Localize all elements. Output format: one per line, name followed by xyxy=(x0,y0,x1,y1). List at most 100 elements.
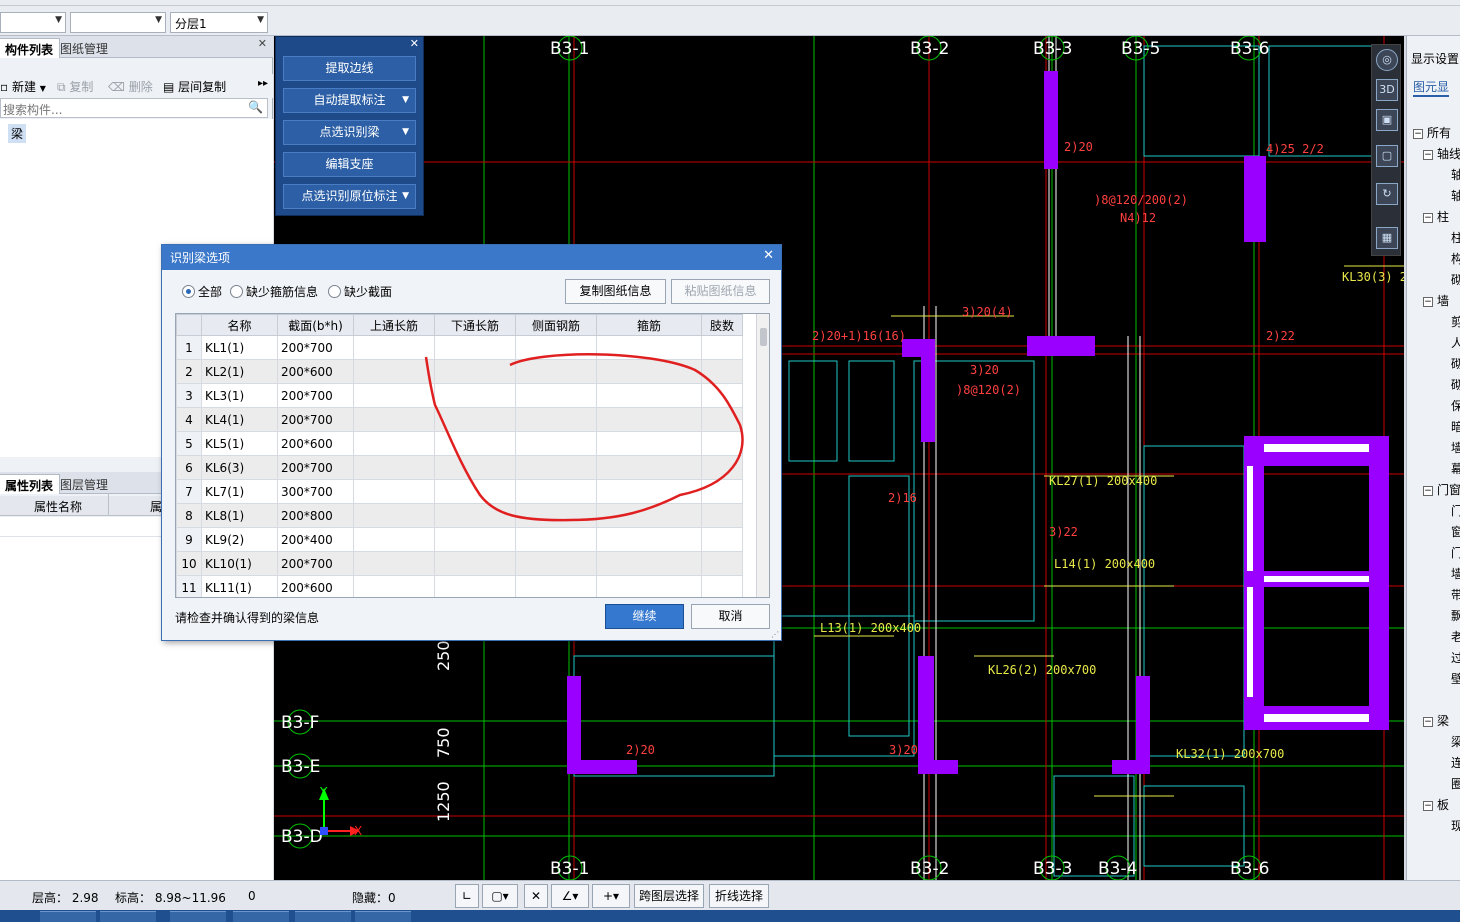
paste-drawing-info-button[interactable]: 粘贴图纸信息 xyxy=(671,279,770,304)
cell-legs[interactable] xyxy=(701,407,743,432)
cell-top-rebar[interactable] xyxy=(353,527,435,552)
angle-icon[interactable]: ∠▾ xyxy=(551,884,589,908)
cell-side-rebar[interactable] xyxy=(515,575,597,597)
floor-copy-button[interactable]: ▤ 层间复制 xyxy=(163,78,226,95)
cell-section[interactable]: 200*700 xyxy=(277,455,354,480)
rp-row[interactable]: − 轴线 xyxy=(1423,145,1460,166)
component-search-input[interactable]: 搜索构件... 🔍 xyxy=(0,98,268,118)
orbit-icon[interactable]: ◎ xyxy=(1376,49,1398,71)
cell-stirrup[interactable] xyxy=(596,503,702,528)
cell-top-rebar[interactable] xyxy=(353,503,435,528)
cell-legs[interactable] xyxy=(701,503,743,528)
cell-stirrup[interactable] xyxy=(596,359,702,384)
rp-row[interactable]: 构 xyxy=(1451,250,1460,271)
dialog-titlebar[interactable]: 识别梁选项 ✕ xyxy=(162,245,781,270)
cell-bottom-rebar[interactable] xyxy=(434,479,516,504)
rp-row[interactable]: 砌 xyxy=(1451,355,1460,376)
rp-row[interactable]: 窗 xyxy=(1451,523,1460,544)
rp-row[interactable]: 保 xyxy=(1451,397,1460,418)
cell-side-rebar[interactable] xyxy=(515,503,597,528)
continue-button[interactable]: 继续 xyxy=(605,604,684,629)
cell-name[interactable]: KL3(1) xyxy=(201,383,278,408)
rp-row[interactable]: 柱 xyxy=(1451,229,1460,250)
top-view-icon[interactable]: ▣ xyxy=(1376,109,1398,131)
col-header-bottom-rebar[interactable]: 下通长筋 xyxy=(434,314,516,336)
cell-bottom-rebar[interactable] xyxy=(434,503,516,528)
cell-stirrup[interactable] xyxy=(596,479,702,504)
cell-legs[interactable] xyxy=(701,551,743,576)
rp-row[interactable]: 带 xyxy=(1451,586,1460,607)
cell-section[interactable]: 200*700 xyxy=(277,551,354,576)
rp-row[interactable]: − 门窗 xyxy=(1423,481,1460,502)
table-row[interactable]: 5 KL5(1) 200*600 xyxy=(176,431,743,456)
cube-view-icon[interactable]: ▢ xyxy=(1376,145,1398,167)
cell-side-rebar[interactable] xyxy=(515,455,597,480)
cell-section[interactable]: 200*800 xyxy=(277,503,354,528)
rp-row[interactable]: 幕 xyxy=(1451,460,1460,481)
cell-legs[interactable] xyxy=(701,455,743,480)
cell-top-rebar[interactable] xyxy=(353,407,435,432)
cell-bottom-rebar[interactable] xyxy=(434,455,516,480)
cell-section[interactable]: 200*600 xyxy=(277,575,354,597)
cell-legs[interactable] xyxy=(701,479,743,504)
cell-section[interactable]: 200*700 xyxy=(277,407,354,432)
cell-legs[interactable] xyxy=(701,527,743,552)
taskbar-item[interactable] xyxy=(40,911,96,922)
pick-recognize-beam-button[interactable]: 点选识别梁 ▼ xyxy=(283,120,416,145)
cell-legs[interactable] xyxy=(701,359,743,384)
tab-layer-management[interactable]: 图层管理 xyxy=(54,474,114,494)
cross-layer-select-button[interactable]: 跨图层选择 xyxy=(634,884,704,908)
cell-section[interactable]: 200*600 xyxy=(277,359,354,384)
rotate-icon[interactable]: ↻ xyxy=(1376,183,1398,205)
extract-edge-button[interactable]: 提取边线 xyxy=(283,56,416,81)
cancel-button[interactable]: 取消 xyxy=(691,604,770,629)
cell-section[interactable]: 300*700 xyxy=(277,479,354,504)
cell-top-rebar[interactable] xyxy=(353,359,435,384)
snap-icon[interactable]: ▢▾ xyxy=(482,884,518,908)
cell-bottom-rebar[interactable] xyxy=(434,407,516,432)
type-combo[interactable]: ▼ xyxy=(70,12,166,33)
cell-name[interactable]: KL11(1) xyxy=(201,575,278,597)
scrollbar-thumb[interactable] xyxy=(760,328,767,346)
cell-side-rebar[interactable] xyxy=(515,359,597,384)
cell-name[interactable]: KL7(1) xyxy=(201,479,278,504)
cell-stirrup[interactable] xyxy=(596,431,702,456)
rp-row[interactable]: − 柱 xyxy=(1423,208,1460,229)
cell-bottom-rebar[interactable] xyxy=(434,431,516,456)
tab-component-list[interactable]: 构件列表 xyxy=(0,38,61,58)
close-icon[interactable]: ✕ xyxy=(410,37,419,50)
cell-legs[interactable] xyxy=(701,575,743,597)
chevron-down-icon[interactable]: ▼ xyxy=(402,121,409,144)
layer-combo[interactable]: 分层1 ▼ xyxy=(170,12,268,33)
rp-row[interactable]: 门 xyxy=(1451,544,1460,565)
table-row[interactable]: 1 KL1(1) 200*700 xyxy=(176,335,743,360)
chevron-down-icon[interactable]: ▼ xyxy=(402,185,409,208)
cell-stirrup[interactable] xyxy=(596,455,702,480)
polyline-select-button[interactable]: 折线选择 xyxy=(709,884,769,908)
cell-legs[interactable] xyxy=(701,335,743,360)
ortho-icon[interactable]: ∟ xyxy=(455,884,479,908)
table-row[interactable]: 8 KL8(1) 200*800 xyxy=(176,503,743,528)
cell-name[interactable]: KL8(1) xyxy=(201,503,278,528)
cell-bottom-rebar[interactable] xyxy=(434,335,516,360)
rp-row[interactable]: 过 xyxy=(1451,649,1460,670)
cell-name[interactable]: KL2(1) xyxy=(201,359,278,384)
cell-name[interactable]: KL4(1) xyxy=(201,407,278,432)
cell-side-rebar[interactable] xyxy=(515,335,597,360)
table-row[interactable]: 7 KL7(1) 300*700 xyxy=(176,479,743,504)
cell-bottom-rebar[interactable] xyxy=(434,527,516,552)
cell-stirrup[interactable] xyxy=(596,335,702,360)
radio-missing-section[interactable]: 缺少截面 xyxy=(328,283,392,300)
edit-support-button[interactable]: 编辑支座 xyxy=(283,152,416,177)
radio-missing-stirrup[interactable]: 缺少箍筋信息 xyxy=(230,283,318,300)
taskbar-item[interactable] xyxy=(100,911,156,922)
rp-row[interactable]: 墙 xyxy=(1451,565,1460,586)
new-button[interactable]: ▫ 新建 ▼ xyxy=(0,78,46,95)
rp-row[interactable]: 剪 xyxy=(1451,313,1460,334)
rp-row[interactable]: 现 xyxy=(1451,817,1460,838)
cell-side-rebar[interactable] xyxy=(515,479,597,504)
col-header-top-rebar[interactable]: 上通长筋 xyxy=(353,314,435,336)
tree-node-beam[interactable]: 梁 xyxy=(8,124,27,143)
cell-stirrup[interactable] xyxy=(596,383,702,408)
cell-top-rebar[interactable] xyxy=(353,455,435,480)
